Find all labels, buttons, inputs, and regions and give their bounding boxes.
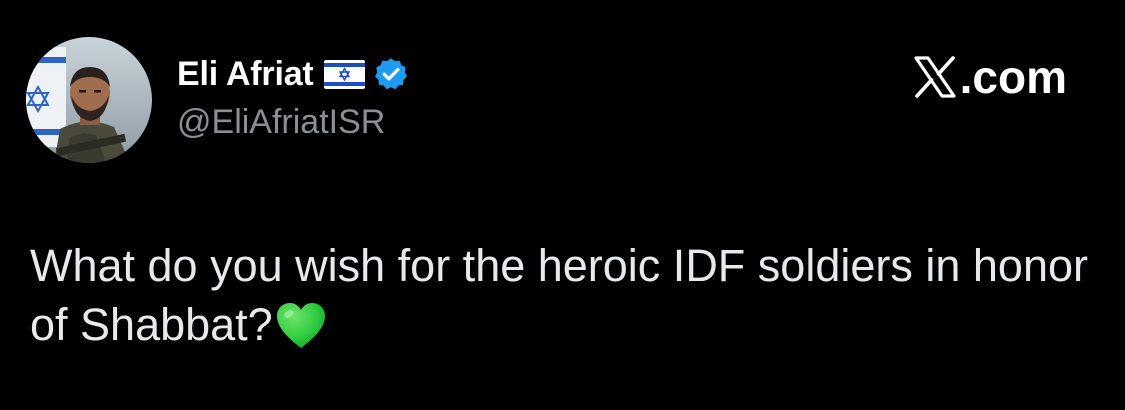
- brand-domain-suffix: .com: [959, 51, 1067, 103]
- green-heart-icon: [275, 302, 327, 350]
- author-name-row: Eli Afriat: [177, 52, 409, 96]
- avatar-image: [26, 37, 152, 163]
- tweet-card: Eli Afriat @EliAfriatISR .com What do yo…: [0, 0, 1125, 410]
- x-logo-icon: [912, 54, 958, 100]
- tweet-text: What do you wish for the heroic IDF sold…: [30, 240, 1088, 350]
- avatar[interactable]: [26, 37, 152, 163]
- israel-flag-icon: [323, 59, 365, 89]
- display-name[interactable]: Eli Afriat: [177, 55, 314, 94]
- brand-watermark: .com: [912, 50, 1067, 104]
- verified-badge-icon[interactable]: [373, 56, 409, 92]
- tweet-body: What do you wish for the heroic IDF sold…: [30, 236, 1090, 354]
- user-handle[interactable]: @EliAfriatISR: [177, 103, 385, 142]
